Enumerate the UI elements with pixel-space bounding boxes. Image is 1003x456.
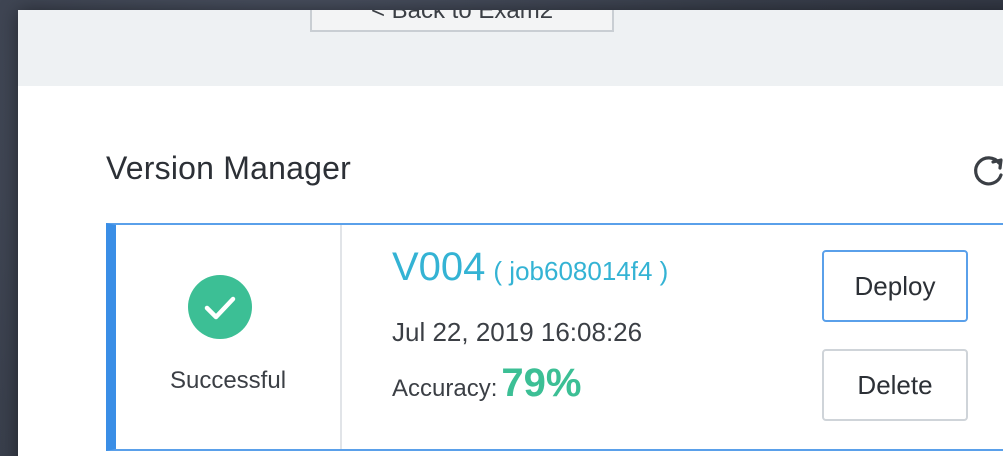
version-timestamp: Jul 22, 2019 16:08:26 [392,317,643,347]
accuracy-value: 79% [501,361,582,405]
version-card: Successful V004 ( job608014f4 ) Jul 22, 2… [106,223,1003,451]
back-to-exam-button[interactable]: < Back to Exam2 [310,10,614,32]
accuracy-label: Accuracy: [392,375,498,402]
status-cell: Successful [116,225,342,449]
version-id[interactable]: V004 [392,245,485,289]
version-info: V004 ( job608014f4 ) Jul 22, 2019 16:08:2… [372,225,792,449]
accuracy-line: Accuracy: 79% [392,361,581,406]
deploy-button[interactable]: Deploy [822,250,968,322]
app-window: < Back to Exam2 Version Manager Successf… [18,10,1003,456]
refresh-icon[interactable] [970,152,1003,188]
version-line: V004 ( job608014f4 ) [392,245,668,290]
top-bar: < Back to Exam2 [18,10,1003,86]
page-title: Version Manager [106,150,351,186]
delete-button[interactable]: Delete [822,349,968,421]
status-label: Successful [169,367,287,394]
job-id[interactable]: ( job608014f4 ) [493,256,668,286]
check-circle-icon [188,275,252,339]
